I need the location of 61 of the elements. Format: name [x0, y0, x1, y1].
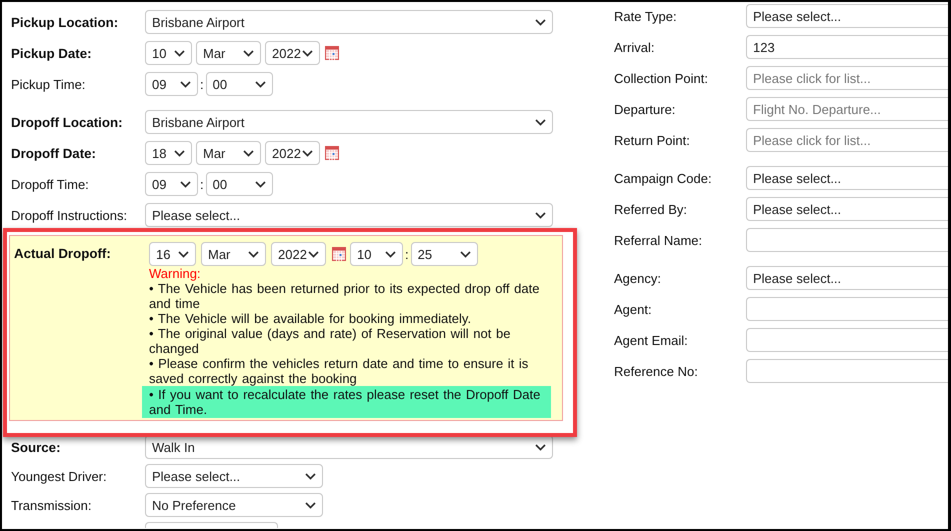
field-label: Dropoff Location: — [11, 114, 124, 130]
field-label: Dropoff Instructions: — [11, 208, 128, 222]
input-field[interactable]: Flight No. Departure... — [746, 97, 948, 121]
warning-title: Warning: — [149, 267, 201, 281]
dropdown[interactable]: Mar — [196, 141, 261, 165]
field-label: Agent Email: — [614, 332, 689, 348]
dropdown[interactable]: Please select... — [746, 197, 948, 221]
input-field[interactable]: 123 — [746, 35, 948, 59]
field-label: Collection Point: — [614, 70, 709, 86]
dropdown[interactable]: 09 — [145, 72, 198, 96]
field-label: Reference No: — [614, 364, 699, 378]
input-field[interactable]: Please click for list... — [746, 66, 948, 90]
field-label: Arrival: — [614, 40, 656, 54]
field-label: Pickup Location: — [11, 14, 120, 30]
input-field[interactable]: Please click for list... — [746, 128, 948, 152]
field-label: Agent: — [614, 302, 653, 316]
field-label: Youngest Driver: — [11, 468, 108, 484]
field-label: Pickup Date: — [11, 46, 93, 60]
field-label: Dropoff Time: — [11, 176, 90, 192]
field-label: Return Point: — [614, 132, 691, 148]
field-label: Referral Name: — [614, 232, 704, 248]
field-label: Dropoff Date: — [11, 146, 97, 160]
dropdown[interactable]: 16 — [149, 242, 196, 266]
dropdown[interactable]: No Preference — [145, 493, 323, 517]
time-separator: : — [200, 76, 204, 92]
dropdown[interactable]: Please select... — [145, 464, 323, 488]
dropdown[interactable]: 2022 — [271, 242, 326, 266]
dropdown[interactable]: 10 — [145, 41, 192, 65]
dropdown[interactable]: 10 — [350, 242, 403, 266]
field-label: Campaign Code: — [614, 170, 713, 186]
time-separator: : — [200, 176, 204, 192]
warning-text: • The original value (days and rate) of Reservation will not be changed — [149, 326, 512, 356]
field-label: Actual Dropoff: — [14, 245, 112, 263]
dropdown[interactable]: Mar — [201, 242, 266, 266]
field-label: Agency: — [614, 270, 662, 286]
dropdown[interactable]: 00 — [206, 72, 273, 96]
warning-text: • The Vehicle will be available for booking immediately. — [149, 311, 472, 326]
field-label: Rate Type: — [614, 8, 678, 24]
warning-text: • Please confirm the vehicles return date and time to ensure it is saved correctly against the booking — [149, 356, 530, 386]
dropdown[interactable]: 18 — [145, 141, 192, 165]
field-label: Source: — [11, 440, 62, 454]
field-label: Referred By: — [614, 202, 688, 216]
dropdown[interactable]: Please select... — [746, 4, 948, 28]
dropdown[interactable]: Please select... — [746, 266, 948, 290]
dropdown[interactable]: Brisbane Airport — [145, 10, 553, 34]
dropdown[interactable]: Brisbane Airport — [145, 110, 553, 134]
field-label: Transmission: — [11, 498, 92, 512]
dropdown[interactable]: Mar — [196, 41, 261, 65]
warning-text: • The Vehicle has been returned prior to its expected drop off date and time — [149, 281, 540, 311]
dropdown[interactable]: Please select... — [746, 166, 948, 190]
dropdown[interactable]: Please select... — [145, 203, 553, 227]
field-label: Pickup Time: — [11, 76, 86, 92]
dropdown[interactable]: 2022 — [265, 41, 320, 65]
dropdown[interactable]: 09 — [145, 172, 198, 196]
dropdown[interactable]: 2022 — [265, 141, 320, 165]
time-separator: : — [405, 246, 409, 262]
field-label: Departure: — [614, 102, 676, 116]
dropdown[interactable]: 25 — [410, 242, 478, 266]
warning-text: • If you want to recalculate the rates please reset the Dropoff Date and Time. — [149, 387, 542, 417]
dropdown[interactable]: 00 — [206, 172, 273, 196]
dropdown[interactable]: Walk In — [145, 435, 553, 459]
